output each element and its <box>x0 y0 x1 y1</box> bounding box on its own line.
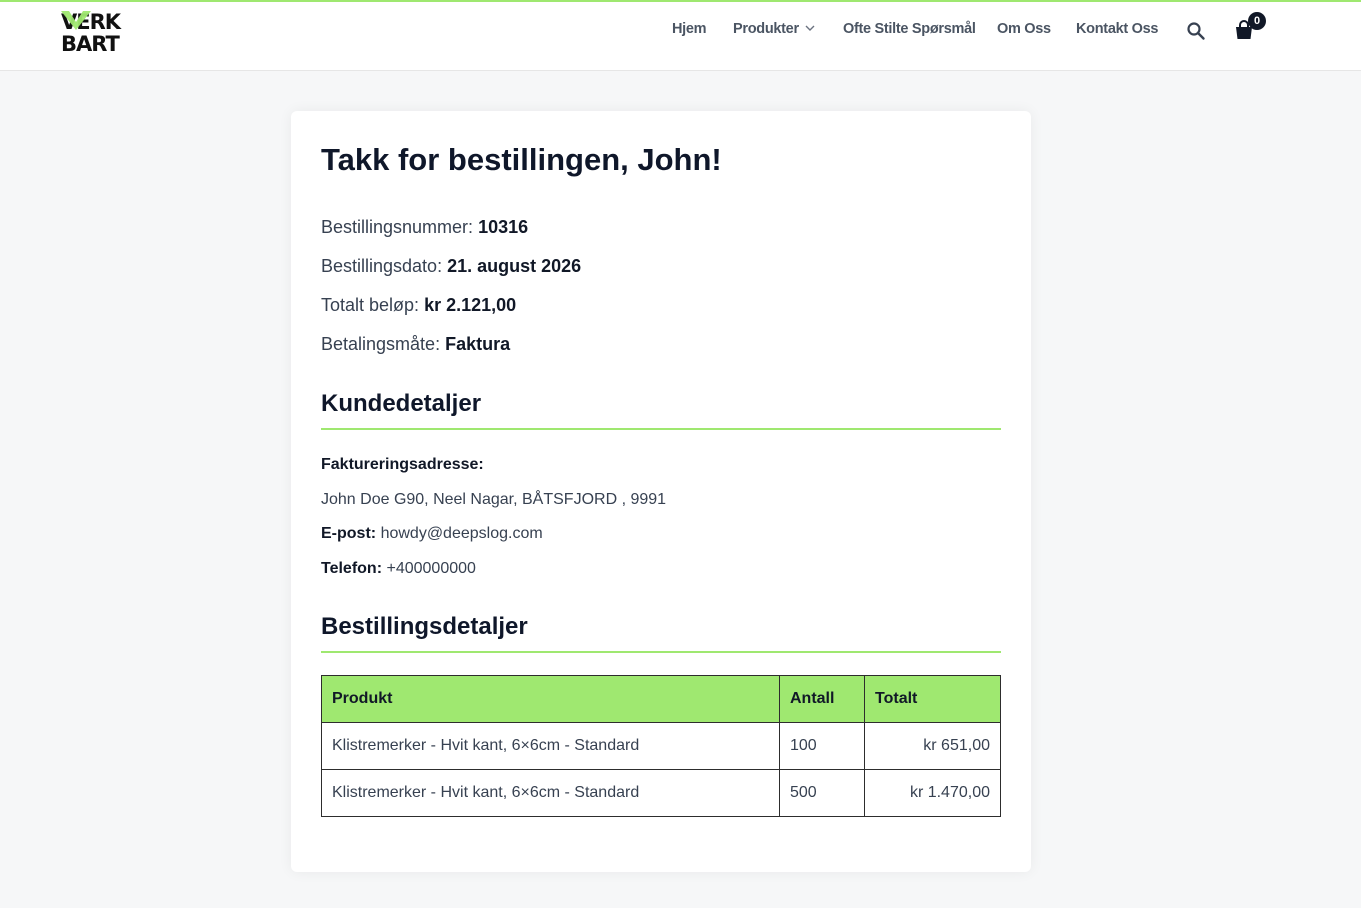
phone-value: +400000000 <box>386 560 476 577</box>
site-header: VERK BART Hjem Produkter Ofte Stilte Spø… <box>0 2 1361 71</box>
table-row: Klistremerker - Hvit kant, 6×6cm - Stand… <box>321 769 1001 817</box>
row-total: kr 1.470,00 <box>864 769 1001 817</box>
order-number-line: Bestillingsnummer: 10316 <box>321 217 528 238</box>
order-items-table: Produkt Antall Totalt Klistremerker - Hv… <box>321 675 1001 817</box>
cart-count-badge: 0 <box>1248 12 1266 30</box>
customer-details-heading: Kundedetaljer <box>321 390 1001 430</box>
nav-item-produkter[interactable]: Produkter <box>733 21 815 37</box>
chevron-down-icon <box>805 25 815 31</box>
row-quantity: 100 <box>779 722 865 770</box>
page-title: Takk for bestillingen, John! <box>321 142 722 177</box>
nav-item-kontakt-oss[interactable]: Kontakt Oss <box>1076 21 1158 37</box>
order-date-label: Bestillingsdato: <box>321 256 443 276</box>
nav-item-om-oss[interactable]: Om Oss <box>997 21 1051 37</box>
email-line: E-post: howdy@deepslog.com <box>321 525 543 543</box>
table-header-row: Produkt Antall Totalt <box>321 675 1001 723</box>
order-total-line: Totalt beløp: kr 2.121,00 <box>321 295 516 316</box>
row-total: kr 651,00 <box>864 722 1001 770</box>
order-total-value: kr 2.121,00 <box>424 295 517 315</box>
column-header-total: Totalt <box>864 675 1001 723</box>
order-total-label: Totalt beløp: <box>321 295 420 315</box>
row-product: Klistremerker - Hvit kant, 6×6cm - Stand… <box>321 722 780 770</box>
order-number-value: 10316 <box>478 217 529 237</box>
billing-address: John Doe G90, Neel Nagar, BÅTSFJORD , 99… <box>321 491 667 508</box>
brand-logo[interactable]: VERK BART <box>61 10 181 52</box>
table-row: Klistremerker - Hvit kant, 6×6cm - Stand… <box>321 722 1001 770</box>
billing-address-label: Faktureringsadresse: <box>321 456 484 473</box>
search-icon[interactable] <box>1186 21 1206 41</box>
nav-item-produkter-label: Produkter <box>733 21 799 37</box>
row-product: Klistremerker - Hvit kant, 6×6cm - Stand… <box>321 769 780 817</box>
email-label: E-post: <box>321 525 377 542</box>
row-quantity: 500 <box>779 769 865 817</box>
order-date-value: 21. august 2026 <box>447 256 582 276</box>
phone-label: Telefon: <box>321 560 383 577</box>
column-header-product: Produkt <box>321 675 780 723</box>
order-date-line: Bestillingsdato: 21. august 2026 <box>321 256 581 277</box>
payment-method-value: Faktura <box>445 334 511 354</box>
payment-method-label: Betalingsmåte: <box>321 334 441 354</box>
nav-item-ofte-stilte-sporsmal[interactable]: Ofte Stilte Spørsmål <box>843 21 976 37</box>
nav-item-hjem[interactable]: Hjem <box>672 21 707 37</box>
column-header-quantity: Antall <box>779 675 865 723</box>
email-value: howdy@deepslog.com <box>380 525 543 542</box>
order-details-heading: Bestillingsdetaljer <box>321 613 1001 653</box>
billing-address-label-line: Faktureringsadresse: <box>321 456 484 474</box>
order-confirmation-card: Takk for bestillingen, John! Bestillings… <box>291 111 1031 872</box>
logo-line-2: BART <box>61 32 120 52</box>
phone-line: Telefon: +400000000 <box>321 560 476 578</box>
order-number-label: Bestillingsnummer: <box>321 217 474 237</box>
payment-method-line: Betalingsmåte: Faktura <box>321 334 510 355</box>
